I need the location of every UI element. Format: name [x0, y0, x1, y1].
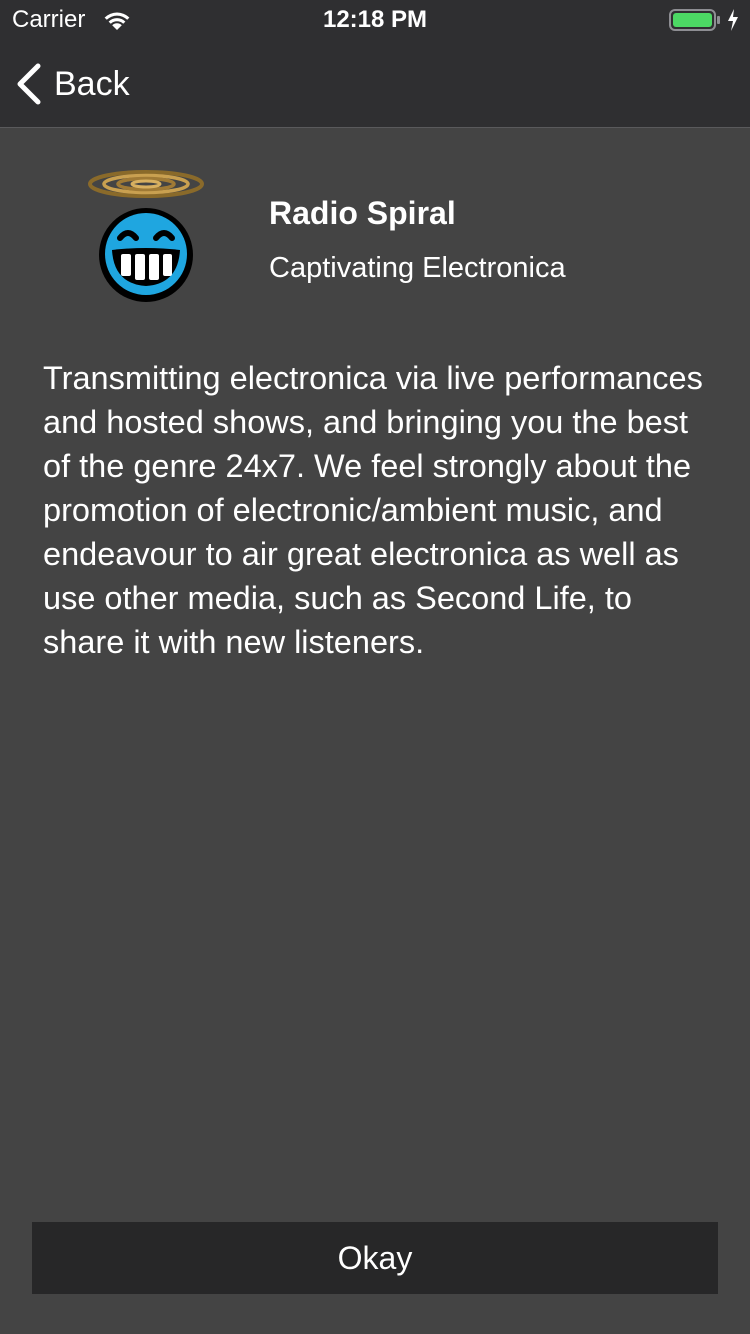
status-bar: Carrier 12:18 PM	[0, 0, 750, 40]
chevron-left-icon	[17, 63, 41, 105]
status-time: 12:18 PM	[322, 6, 428, 33]
station-description: Transmitting electronica via live perfor…	[43, 360, 703, 660]
back-button[interactable]: Back	[14, 60, 130, 108]
station-detail-screen: Carrier 12:18 PM Back Radio Spiral Capti…	[0, 0, 750, 1334]
station-name: Radio Spiral	[269, 195, 456, 231]
grinning-face-with-halo-icon	[88, 170, 204, 302]
okay-button[interactable]: Okay	[32, 1222, 718, 1294]
battery-icon	[669, 9, 720, 31]
charging-icon	[728, 9, 738, 31]
station-tagline: Captivating Electronica	[269, 252, 566, 284]
back-label: Back	[54, 65, 130, 103]
navigation-header: Carrier 12:18 PM Back	[0, 0, 750, 128]
